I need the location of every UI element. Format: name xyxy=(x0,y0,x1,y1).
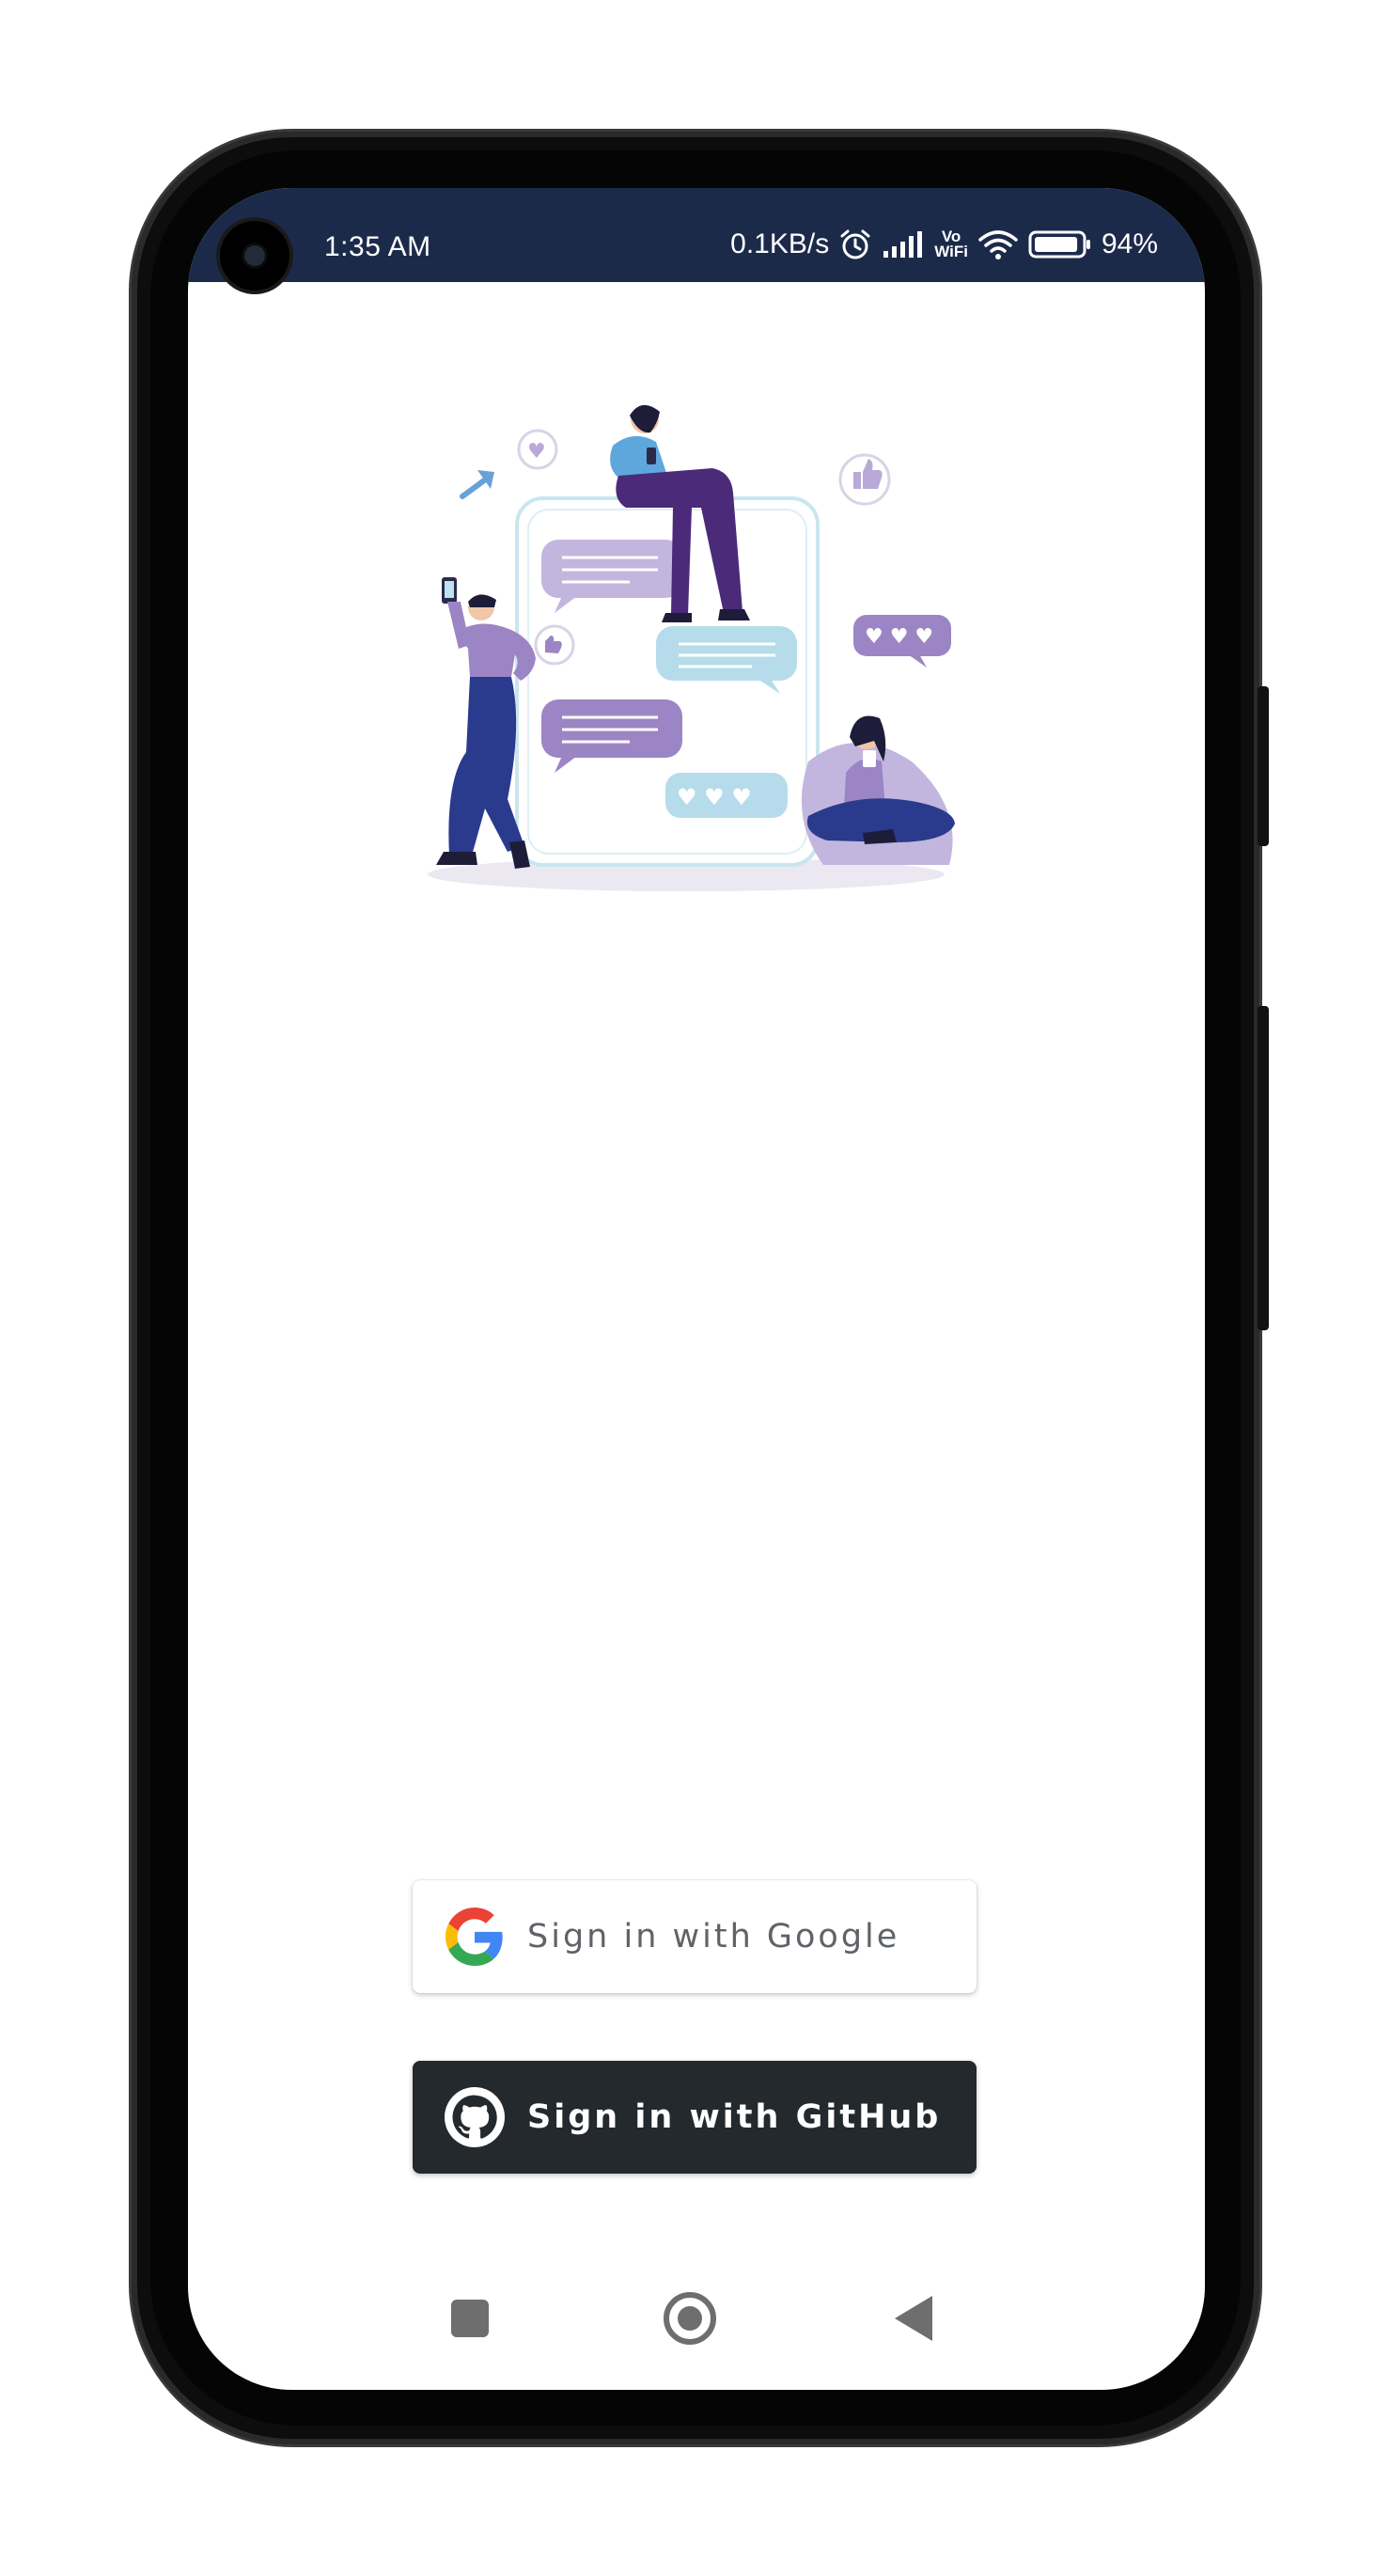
front-camera xyxy=(220,221,289,291)
system-nav-bar xyxy=(188,2266,1205,2369)
people-chatting-illustration: ♥ ♥ ♥ ♥ ♥ ♥ ♥ xyxy=(428,404,955,891)
status-indicators: 0.1KB/s Vo WiFi 94% xyxy=(730,226,1158,263)
vowifi-bottom-text: WiFi xyxy=(934,243,968,260)
status-time: 1:35 AM xyxy=(324,231,431,262)
sign-in-google-label: Sign in with Google xyxy=(527,1918,900,1956)
device-frame: 1:35 AM 0.1KB/s Vo WiFi 94% ♥ ♥ ♥ ♥ ♥ ♥ … xyxy=(0,0,1391,2576)
volume-button xyxy=(1258,686,1269,846)
signal-icon xyxy=(882,230,925,259)
power-button xyxy=(1258,1006,1269,1330)
github-logo-icon xyxy=(445,2087,505,2147)
status-bar: 1:35 AM 0.1KB/s Vo WiFi 94% xyxy=(188,188,1205,282)
vowifi-icon: Vo WiFi xyxy=(934,228,968,260)
google-logo-icon xyxy=(445,1907,505,1967)
home-button[interactable] xyxy=(664,2292,716,2345)
app-screen: 1:35 AM 0.1KB/s Vo WiFi 94% ♥ ♥ ♥ ♥ ♥ ♥ … xyxy=(188,188,1205,2390)
network-speed: 0.1KB/s xyxy=(730,228,830,259)
battery-icon xyxy=(1028,229,1092,259)
sign-in-github-label: Sign in with GitHub xyxy=(527,2098,942,2136)
back-button[interactable] xyxy=(895,2296,932,2341)
svg-text:♥ ♥ ♥: ♥ ♥ ♥ xyxy=(865,625,933,649)
wifi-icon xyxy=(977,228,1019,260)
svg-text:♥: ♥ xyxy=(527,440,546,463)
sign-in-google-button[interactable]: Sign in with Google xyxy=(413,1880,977,1993)
alarm-icon xyxy=(838,228,872,261)
svg-text:♥ ♥ ♥: ♥ ♥ ♥ xyxy=(677,784,752,810)
sign-in-github-button[interactable]: Sign in with GitHub xyxy=(413,2061,977,2174)
recents-button[interactable] xyxy=(451,2300,489,2337)
battery-percentage: 94% xyxy=(1101,228,1158,259)
